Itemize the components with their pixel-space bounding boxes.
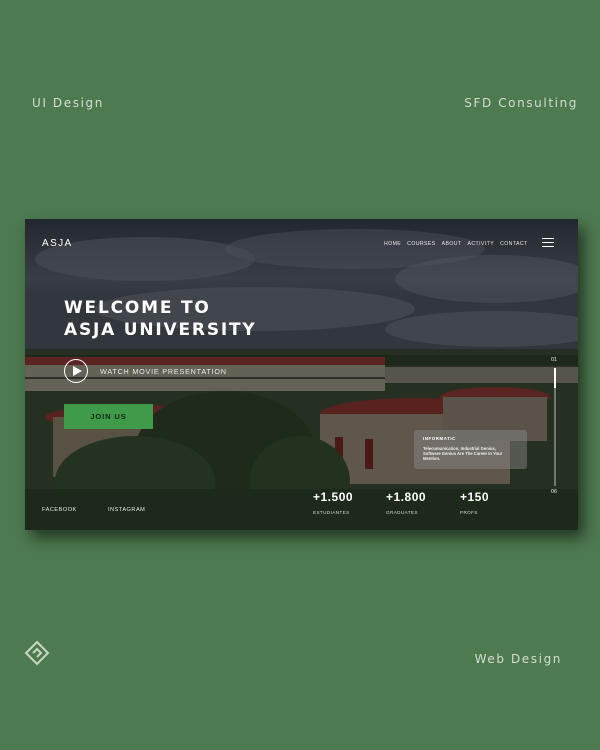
nav-about[interactable]: ABOUT <box>442 241 462 247</box>
nav-activity[interactable]: ACTIVITY <box>468 241 495 247</box>
stat-value: +1.500 <box>313 490 354 504</box>
hero-title-line1: WELCOME TO <box>64 298 211 318</box>
stat-label: PROFS <box>460 510 478 515</box>
slider-start: 01 <box>551 357 558 363</box>
info-card-heading: INFORMATIC <box>423 436 456 441</box>
nav-home[interactable]: HOME <box>384 241 401 247</box>
hero-title: WELCOME TO ASJA UNIVERSITY <box>64 297 257 341</box>
facebook-link[interactable]: FACEBOOK <box>42 507 77 513</box>
poster-label-web-design: Web Design <box>474 652 562 666</box>
play-icon[interactable] <box>64 359 88 383</box>
brand-logo-icon <box>24 640 50 666</box>
stat-label: ESTUDIANTES <box>313 510 350 515</box>
slider-end: 06 <box>551 489 558 495</box>
menu-icon[interactable] <box>542 238 554 247</box>
poster-label-consulting: SFD Consulting <box>464 96 578 110</box>
nav-contact[interactable]: CONTACT <box>500 241 528 247</box>
hero-title-line2: ASJA UNIVERSITY <box>64 320 257 340</box>
info-card-body: Telecomunication, Industrial Genius, Sof… <box>423 446 503 462</box>
watch-presentation-link[interactable]: WATCH MOVIE PRESENTATION <box>100 367 227 376</box>
poster-label-ui-design: UI Design <box>32 96 104 110</box>
site-brand[interactable]: ASJA <box>42 238 73 249</box>
stat-profs: +150 PROFS <box>460 490 489 515</box>
stat-value: +150 <box>460 490 490 504</box>
join-us-button[interactable]: JOIN US <box>64 404 153 429</box>
main-nav: HOME COURSES ABOUT ACTIVITY CONTACT <box>384 241 528 247</box>
stat-graduates: +1.800 GRADUATES <box>386 490 426 515</box>
website-mockup: ASJA HOME COURSES ABOUT ACTIVITY CONTACT… <box>25 219 578 530</box>
instagram-link[interactable]: INSTAGRAM <box>108 507 145 513</box>
stat-students: +1.500 ESTUDIANTES <box>313 490 353 515</box>
stat-label: GRADUATES <box>386 510 418 515</box>
info-card[interactable]: INFORMATIC Telecomunication, Industrial … <box>414 430 527 469</box>
slider-progress <box>554 368 556 388</box>
nav-courses[interactable]: COURSES <box>407 241 435 247</box>
stat-value: +1.800 <box>386 490 427 504</box>
